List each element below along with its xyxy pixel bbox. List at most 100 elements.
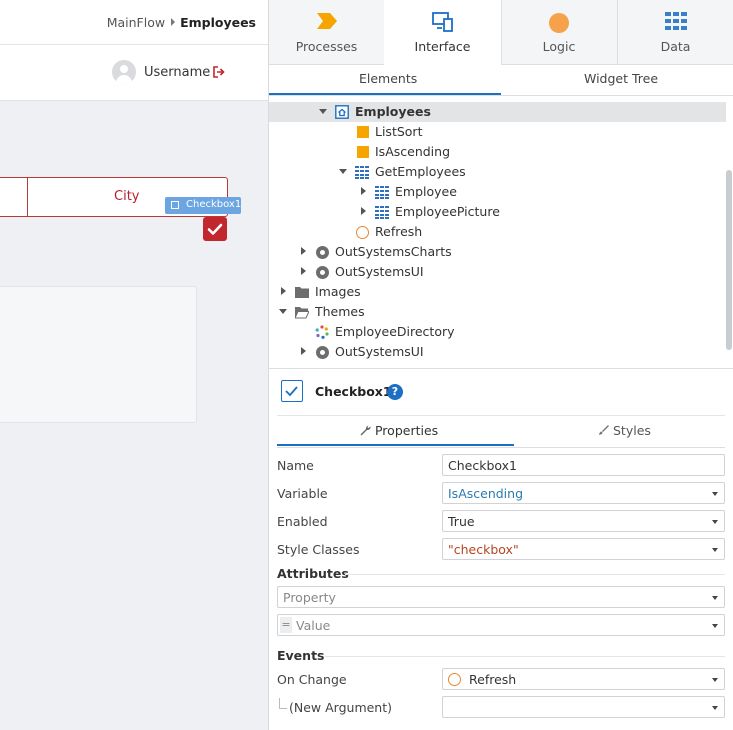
tree-item-listsort[interactable]: ListSort xyxy=(269,122,726,142)
tree-scrollbar[interactable] xyxy=(726,170,732,350)
expand-icon[interactable] xyxy=(361,187,366,195)
main-tabs: Processes Interface Logic Data xyxy=(269,0,733,65)
chevron-down-icon xyxy=(712,706,718,710)
city-column-header[interactable]: City xyxy=(114,189,139,204)
username-label: Username xyxy=(144,65,211,80)
object-name: Checkbox1 xyxy=(315,384,392,399)
entity-icon xyxy=(375,205,389,219)
tree-item-isascending[interactable]: IsAscending xyxy=(269,142,726,162)
tab-logic[interactable]: Logic xyxy=(501,0,618,64)
chevron-down-icon xyxy=(712,520,718,524)
expand-icon[interactable] xyxy=(301,267,306,275)
breadcrumb-screen: Employees xyxy=(180,15,256,30)
selection-tag: Checkbox1 xyxy=(165,197,241,214)
variable-select[interactable]: IsAscending xyxy=(442,482,725,504)
data-icon xyxy=(664,12,687,30)
enabled-select[interactable]: True xyxy=(442,510,725,532)
screen-canvas[interactable]: MainFlow Employees Username City Checkbox… xyxy=(0,0,268,730)
tree-item-outsystemsui[interactable]: OutSystemsUI xyxy=(269,262,726,282)
module-icon xyxy=(316,246,329,259)
properties-panel: Processes Interface Logic Data Elements … xyxy=(268,0,733,730)
tree-item-employeepicture[interactable]: EmployeePicture xyxy=(269,202,726,222)
logout-icon[interactable] xyxy=(213,66,225,78)
tree-item-employee[interactable]: Employee xyxy=(269,182,726,202)
expand-icon[interactable] xyxy=(301,247,306,255)
expand-icon[interactable] xyxy=(301,347,306,355)
tab-styles[interactable]: Styles xyxy=(597,423,651,438)
sub-tabs: Elements Widget Tree xyxy=(269,65,733,96)
divider xyxy=(325,656,725,657)
local-variable-icon xyxy=(357,126,369,138)
aggregate-icon xyxy=(355,165,369,179)
breadcrumb-separator-icon xyxy=(171,18,176,26)
screen-action-icon xyxy=(356,226,369,239)
tab-elements[interactable]: Elements xyxy=(359,71,417,86)
help-icon[interactable]: ? xyxy=(387,384,403,400)
tree-item-outsystemscharts[interactable]: OutSystemsCharts xyxy=(269,242,726,262)
name-label: Name xyxy=(277,458,314,473)
style-classes-label: Style Classes xyxy=(277,542,360,557)
attributes-heading: Attributes xyxy=(277,566,349,581)
breadcrumb-flow[interactable]: MainFlow xyxy=(107,15,165,30)
equals-icon: = xyxy=(280,617,292,633)
attribute-property-select[interactable]: Property xyxy=(277,586,725,608)
name-field[interactable]: Checkbox1 xyxy=(442,454,725,476)
folder-open-icon xyxy=(295,307,309,319)
screen-icon xyxy=(335,105,349,119)
active-property-tab-indicator xyxy=(277,444,514,446)
chevron-down-icon xyxy=(712,492,718,496)
tree-item-refresh[interactable]: Refresh xyxy=(269,222,726,242)
events-heading: Events xyxy=(277,648,325,663)
wrench-icon xyxy=(360,425,371,436)
checkbox-widget-icon xyxy=(281,380,303,402)
folder-icon xyxy=(295,287,309,298)
processes-icon xyxy=(316,13,337,29)
divider xyxy=(345,574,725,575)
tree-item-images[interactable]: Images xyxy=(269,282,726,302)
collapse-icon[interactable] xyxy=(279,309,287,314)
tree-item-outsystemsui-2[interactable]: OutSystemsUI xyxy=(269,342,726,362)
tab-properties[interactable]: Properties xyxy=(359,423,438,438)
canvas-header: MainFlow Employees xyxy=(0,0,268,45)
tree-item-getemployees[interactable]: GetEmployees xyxy=(269,162,726,182)
tree-item-employeedirectory[interactable]: EmployeeDirectory xyxy=(269,322,726,342)
elements-tree[interactable]: Employees ListSort IsAscending GetEmploy… xyxy=(269,100,726,366)
enabled-label: Enabled xyxy=(277,514,328,529)
panel-divider[interactable] xyxy=(269,368,733,369)
tab-widget-tree[interactable]: Widget Tree xyxy=(584,71,658,86)
screen-action-icon xyxy=(448,673,461,686)
checkbox-mini-icon xyxy=(171,201,179,209)
variable-label: Variable xyxy=(277,486,328,501)
tree-item-employees[interactable]: Employees xyxy=(269,102,726,122)
module-icon xyxy=(316,346,329,359)
avatar xyxy=(112,60,136,84)
new-argument-select[interactable] xyxy=(442,696,725,718)
tree-connector xyxy=(279,698,287,709)
attribute-value-field[interactable]: = Value xyxy=(277,614,725,636)
expand-icon[interactable] xyxy=(281,287,286,295)
breadcrumb: MainFlow Employees xyxy=(107,15,256,30)
checkbox-widget[interactable] xyxy=(203,217,227,241)
active-subtab-indicator xyxy=(269,93,501,95)
check-icon xyxy=(207,223,223,235)
tab-data[interactable]: Data xyxy=(617,0,733,64)
brush-icon xyxy=(599,425,609,435)
on-change-label: On Change xyxy=(277,672,347,687)
entity-icon xyxy=(375,185,389,199)
tree-item-themes[interactable]: Themes xyxy=(269,302,726,322)
tab-interface[interactable]: Interface xyxy=(384,0,502,65)
chevron-down-icon xyxy=(712,678,718,682)
chevron-down-icon xyxy=(712,596,718,600)
new-argument-label: (New Argument) xyxy=(289,700,393,715)
chevron-down-icon xyxy=(712,624,718,628)
tab-processes[interactable]: Processes xyxy=(269,0,385,64)
expand-icon[interactable] xyxy=(361,207,366,215)
logic-icon xyxy=(549,13,569,33)
on-change-select[interactable]: Refresh xyxy=(442,668,725,690)
collapse-icon[interactable] xyxy=(319,109,327,114)
theme-icon xyxy=(315,325,329,339)
content-card[interactable] xyxy=(0,286,197,423)
collapse-icon[interactable] xyxy=(339,169,347,174)
style-classes-select[interactable]: "checkbox" xyxy=(442,538,725,560)
interface-icon xyxy=(431,12,453,32)
